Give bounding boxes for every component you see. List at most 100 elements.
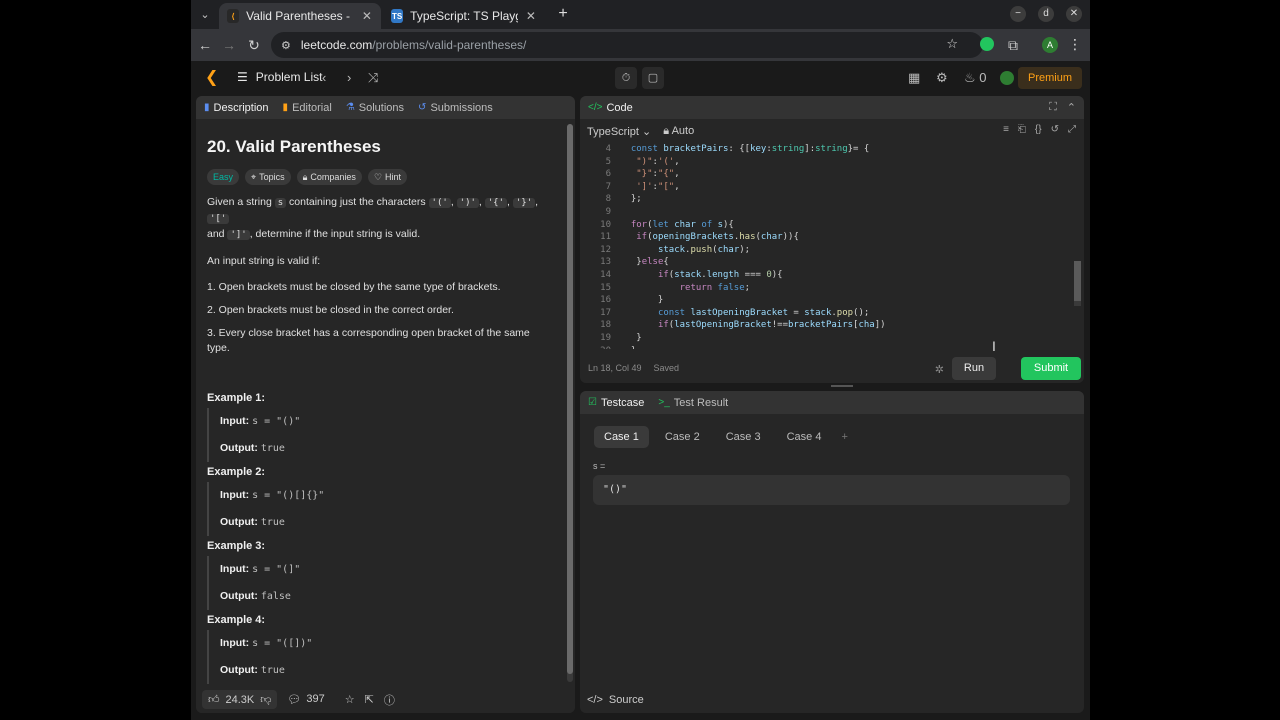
prev-problem-icon[interactable]: ‹: [322, 69, 326, 87]
code-line[interactable]: 5 ")":'(',: [580, 156, 1084, 169]
code-line[interactable]: 14 if(stack.length === 0){: [580, 269, 1084, 282]
favorite-star-icon[interactable]: ☆: [345, 693, 355, 706]
browser-tab-leetcode[interactable]: ⟨ Valid Parentheses - LeetCode ✕: [219, 3, 381, 29]
premium-button[interactable]: Premium: [1017, 67, 1082, 89]
code-text: };: [620, 194, 642, 205]
reset-icon[interactable]: ↺: [1051, 124, 1059, 135]
thumbs-down-icon[interactable]: 👎︎: [260, 693, 271, 706]
code-line[interactable]: 7 ']':"[",: [580, 181, 1084, 194]
bookmark-star-icon[interactable]: ☆: [946, 36, 958, 52]
case-tab[interactable]: Case 1: [594, 426, 649, 448]
streak-fire-icon[interactable]: ♨ 0: [964, 69, 987, 87]
bookmark-icon[interactable]: ⎗: [1018, 124, 1026, 135]
scrollbar-thumb[interactable]: [1074, 261, 1081, 301]
description-scrollbar[interactable]: [567, 124, 573, 682]
reload-icon[interactable]: ↻: [245, 36, 263, 54]
code-line[interactable]: 18 if(lastOpeningBracket!==bracketPairs[…: [580, 319, 1084, 332]
account-avatar[interactable]: A: [1042, 37, 1058, 53]
extensions-puzzle-icon[interactable]: ⧉: [1004, 36, 1022, 54]
case-tab[interactable]: Case 2: [655, 426, 710, 448]
problem-title[interactable]: 20. Valid Parentheses: [207, 137, 555, 157]
code-line[interactable]: 4 const bracketPairs: {[key:string]:stri…: [580, 143, 1084, 156]
code-line[interactable]: 9: [580, 206, 1084, 219]
code-line[interactable]: 16 }: [580, 294, 1084, 307]
back-arrow-icon[interactable]: ←: [196, 36, 214, 54]
fullscreen-icon[interactable]: ⤢: [1068, 124, 1076, 135]
case-tab[interactable]: Case 4: [777, 426, 832, 448]
tab-label: Submissions: [430, 101, 493, 114]
profile-button[interactable]: d: [1038, 6, 1054, 22]
code-line[interactable]: 11 if(openingBrackets.has(char)){: [580, 231, 1084, 244]
code-line[interactable]: 6 "}":"{",: [580, 168, 1084, 181]
tab-test-result[interactable]: >_ Test Result: [658, 397, 728, 409]
cursor-position: Ln 18, Col 49: [588, 362, 642, 373]
editor-scrollbar[interactable]: [1074, 261, 1081, 306]
next-problem-icon[interactable]: ›: [347, 69, 351, 87]
like-button[interactable]: 👍︎ 24.3K 👎︎: [202, 690, 278, 709]
close-tab-icon[interactable]: ✕: [361, 9, 373, 23]
tab-search-icon[interactable]: ⌄: [195, 5, 215, 25]
tab-description[interactable]: ▮ Description: [204, 102, 269, 114]
shuffle-icon[interactable]: ⤨: [368, 69, 378, 87]
submit-button[interactable]: Submit: [1021, 357, 1081, 380]
new-tab-button[interactable]: +: [553, 5, 573, 23]
leetcode-logo-icon[interactable]: ❮: [205, 69, 221, 87]
tab-testcase[interactable]: ☑ Testcase: [588, 397, 644, 409]
format-icon[interactable]: ≡: [1003, 124, 1009, 135]
browser-tab-typescript[interactable]: TS TypeScript: TS Playground ✕: [383, 3, 545, 29]
example-output: Output: true: [220, 435, 555, 462]
leetcode-header: ❮ ☰ Problem List ‹ › ⤨ ⏱ ▢ ▦ ⚙ ♨ 0 Premi…: [191, 61, 1090, 95]
language-select[interactable]: TypeScript ⌄: [587, 125, 651, 138]
code-editor[interactable]: 4 const bracketPairs: {[key:string]:stri…: [580, 143, 1084, 349]
comments-button[interactable]: 💬︎ 397: [287, 693, 324, 706]
tab-code[interactable]: </> Code: [588, 102, 633, 114]
tab-editorial[interactable]: ▮ Editorial: [283, 102, 332, 114]
braces-icon[interactable]: {}: [1035, 124, 1042, 135]
code-line[interactable]: 19 }: [580, 332, 1084, 345]
layout-grid-icon[interactable]: ▦: [908, 69, 920, 87]
collapse-icon[interactable]: ⌃: [1067, 101, 1076, 114]
settings-gear-icon[interactable]: ⚙: [936, 69, 948, 87]
tab-solutions[interactable]: ⚗ Solutions: [346, 102, 404, 114]
address-bar[interactable]: ⚙ leetcode.com/problems/valid-parenthese…: [271, 32, 983, 58]
panel-resize-handle[interactable]: [831, 385, 853, 387]
extension-icon[interactable]: [980, 37, 994, 51]
code-line[interactable]: 20 }: [580, 345, 1084, 350]
code-line[interactable]: 15 return false;: [580, 282, 1084, 295]
source-link[interactable]: </> Source: [587, 694, 644, 706]
debug-icon[interactable]: ✲: [935, 363, 944, 376]
add-case-button[interactable]: +: [837, 426, 851, 448]
companies-chip[interactable]: 🔒︎ Companies: [296, 169, 362, 185]
code-line[interactable]: 10 for(let char of s){: [580, 219, 1084, 232]
testcase-panel: ☑ Testcase >_ Test Result Case 1 Case 2 Ca…: [580, 391, 1084, 713]
timer-icon[interactable]: ⏱: [615, 67, 637, 89]
source-label: Source: [608, 694, 644, 706]
scrollbar-thumb[interactable]: [567, 124, 573, 674]
forward-arrow-icon[interactable]: →: [220, 36, 238, 54]
browser-menu-icon[interactable]: ⋮: [1068, 36, 1082, 53]
hint-chip[interactable]: ♡ Hint: [367, 169, 408, 185]
user-avatar[interactable]: [1000, 71, 1014, 85]
auto-mode[interactable]: 🔒︎ Auto: [663, 125, 694, 138]
code-line[interactable]: 12 stack.push(char);: [580, 244, 1084, 257]
minimize-button[interactable]: −: [1010, 6, 1026, 22]
testcase-input[interactable]: "()": [593, 475, 1070, 505]
share-icon[interactable]: ⇱: [365, 693, 374, 706]
inline-code: '[': [207, 214, 230, 224]
case-tab[interactable]: Case 3: [716, 426, 771, 448]
topics-chip[interactable]: ⌖ Topics: [245, 169, 291, 185]
code-line[interactable]: 8 };: [580, 193, 1084, 206]
problem-list-nav[interactable]: ☰ Problem List: [237, 70, 322, 84]
site-info-icon[interactable]: ⚙: [281, 39, 291, 52]
text-cursor-icon: I: [992, 338, 996, 354]
run-button[interactable]: Run: [952, 357, 996, 380]
notes-icon[interactable]: ▢: [642, 67, 664, 89]
close-tab-icon[interactable]: ✕: [525, 9, 537, 23]
close-window-button[interactable]: ✕: [1066, 6, 1082, 22]
tab-submissions[interactable]: ↺ Submissions: [418, 102, 493, 114]
maximize-icon[interactable]: ⛶: [1049, 101, 1057, 114]
code-line[interactable]: 17 const lastOpeningBracket = stack.pop(…: [580, 307, 1084, 320]
add-label: +: [841, 431, 848, 443]
code-line[interactable]: 13 }else{: [580, 256, 1084, 269]
help-icon[interactable]: ⓘ: [384, 692, 395, 708]
